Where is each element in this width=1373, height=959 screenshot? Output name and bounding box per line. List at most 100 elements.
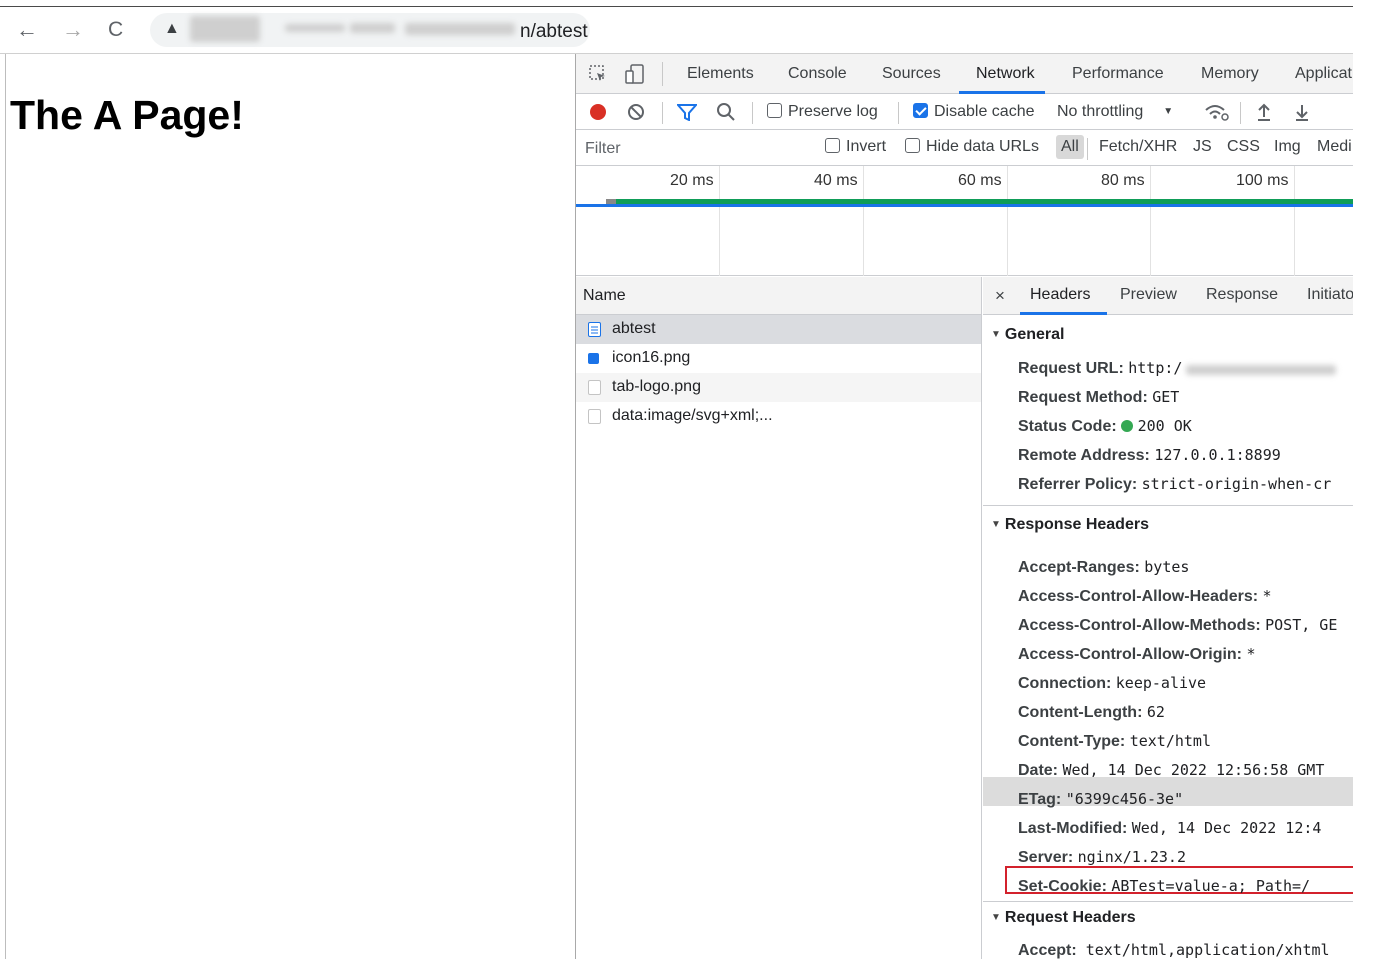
- redacted-url-part: [350, 23, 395, 33]
- back-button[interactable]: ←: [16, 17, 38, 43]
- throttling-select[interactable]: No throttling ▼: [1057, 103, 1173, 121]
- export-har-icon[interactable]: [1294, 102, 1310, 127]
- header-key: Access-Control-Allow-Headers:: [1018, 588, 1259, 605]
- disable-cache-checkbox[interactable]: Disable cache: [913, 103, 1035, 121]
- separator: [1240, 102, 1241, 124]
- section-title-text: General: [1004, 326, 1065, 343]
- header-key: ETag:: [1018, 791, 1062, 808]
- timeline-tick-label: 80 ms: [1101, 172, 1145, 189]
- header-value: http:/: [1128, 359, 1183, 377]
- header-key: Server:: [1018, 849, 1074, 866]
- network-overview-timeline[interactable]: 20 ms 40 ms 60 ms 80 ms 100 ms: [576, 166, 1353, 276]
- file-icon: [588, 380, 601, 395]
- header-row: Connection: keep-alive: [1018, 674, 1206, 693]
- name-column-header[interactable]: Name: [576, 277, 981, 315]
- checkbox-unchecked[interactable]: [825, 138, 840, 153]
- tab-performance[interactable]: Performance: [1072, 65, 1164, 83]
- header-key: Access-Control-Allow-Origin:: [1018, 646, 1243, 663]
- request-row[interactable]: icon16.png: [576, 344, 981, 373]
- close-icon[interactable]: ×: [995, 286, 1005, 306]
- tab-response[interactable]: Response: [1206, 286, 1278, 304]
- type-filter-css[interactable]: CSS: [1227, 138, 1260, 156]
- header-value: nginx/1.23.2: [1077, 848, 1186, 866]
- tab-preview[interactable]: Preview: [1120, 286, 1177, 304]
- network-toolbar: Preserve log Disable cache No throttling…: [576, 94, 1353, 130]
- header-key: Accept:: [1018, 942, 1077, 959]
- tab-initiator[interactable]: Initiato: [1307, 286, 1353, 304]
- header-key: Connection:: [1018, 675, 1112, 692]
- header-value: ABTest=value-a; Path=/: [1111, 877, 1311, 895]
- timeline-gridline: [1294, 166, 1295, 276]
- hide-data-urls-checkbox[interactable]: Hide data URLs: [905, 138, 1039, 156]
- header-row: Access-Control-Allow-Origin: *: [1018, 645, 1256, 664]
- header-value: 62: [1146, 703, 1165, 721]
- type-filter-js[interactable]: JS: [1193, 138, 1212, 156]
- address-bar[interactable]: ▲ n/abtest: [150, 13, 590, 47]
- header-key: Accept-Ranges:: [1018, 559, 1140, 576]
- request-row[interactable]: data:image/svg+xml;...: [576, 402, 981, 431]
- record-icon[interactable]: [589, 103, 607, 126]
- tab-memory[interactable]: Memory: [1201, 65, 1259, 83]
- search-icon[interactable]: [717, 103, 735, 126]
- type-filter-media[interactable]: Medi: [1317, 138, 1352, 156]
- tab-network[interactable]: Network: [976, 65, 1035, 83]
- timeline-tick-label: 20 ms: [670, 172, 714, 189]
- checkbox-unchecked[interactable]: [905, 138, 920, 153]
- request-row[interactable]: tab-logo.png: [576, 373, 981, 402]
- forward-button[interactable]: →: [62, 17, 84, 43]
- header-value: strict-origin-when-cr: [1141, 475, 1332, 493]
- preserve-log-checkbox[interactable]: Preserve log: [767, 103, 878, 121]
- section-divider: [983, 901, 1353, 902]
- header-row: Accept-Ranges: bytes: [1018, 558, 1189, 577]
- header-key: Request Method:: [1018, 389, 1148, 406]
- tab-application[interactable]: Applicat: [1295, 65, 1352, 83]
- hide-data-urls-label: Hide data URLs: [926, 138, 1039, 155]
- section-title-text: Request Headers: [1004, 909, 1136, 926]
- network-conditions-icon[interactable]: [1204, 102, 1230, 127]
- invert-checkbox[interactable]: Invert: [825, 138, 886, 156]
- header-row: Accept: text/html,application/xhtml: [1018, 941, 1330, 959]
- tab-elements[interactable]: Elements: [687, 65, 754, 83]
- header-row: Last-Modified: Wed, 14 Dec 2022 12:4: [1018, 819, 1321, 838]
- request-headers-section-title[interactable]: ▼ Request Headers: [991, 909, 1136, 927]
- not-secure-warning-icon[interactable]: ▲: [164, 20, 180, 38]
- filter-input[interactable]: Filter: [585, 140, 621, 158]
- details-tabbar: × Headers Preview Response Initiato: [983, 277, 1353, 315]
- tab-console[interactable]: Console: [788, 65, 847, 83]
- separator: [752, 102, 753, 124]
- checkbox-unchecked[interactable]: [767, 103, 782, 118]
- checkbox-checked[interactable]: [913, 103, 928, 118]
- tab-sources[interactable]: Sources: [882, 65, 941, 83]
- type-filter-img[interactable]: Img: [1274, 138, 1301, 156]
- triangle-down-icon: ▼: [991, 329, 1001, 340]
- header-row: Remote Address: 127.0.0.1:8899: [1018, 446, 1281, 465]
- header-value: Wed, 14 Dec 2022 12:56:58 GMT: [1062, 761, 1325, 779]
- timeline-gridline: [863, 166, 864, 276]
- general-section-title[interactable]: ▼ General: [991, 326, 1065, 344]
- type-filter-all[interactable]: All: [1056, 135, 1084, 159]
- active-tab-indicator: [1020, 312, 1107, 315]
- request-row[interactable]: abtest: [576, 315, 981, 344]
- import-har-icon[interactable]: [1256, 102, 1272, 127]
- type-filter-fetch-xhr[interactable]: Fetch/XHR: [1099, 138, 1177, 156]
- timeline-gridline: [1150, 166, 1151, 276]
- response-headers-section-title[interactable]: ▼ Response Headers: [991, 516, 1149, 534]
- header-row: Status Code: 200 OK: [1018, 417, 1192, 436]
- header-key: Remote Address:: [1018, 447, 1150, 464]
- request-name: tab-logo.png: [612, 378, 701, 395]
- file-icon: [588, 409, 601, 424]
- header-value: POST, GE: [1265, 616, 1338, 634]
- separator: [1087, 138, 1088, 160]
- page-heading: The A Page!: [10, 92, 244, 138]
- header-value: text/html,application/xhtml: [1076, 941, 1330, 959]
- reload-button[interactable]: C: [108, 17, 123, 43]
- header-row: Set-Cookie: ABTest=value-a; Path=/: [1018, 877, 1310, 896]
- request-name: icon16.png: [612, 349, 691, 366]
- inspect-element-icon[interactable]: [588, 64, 608, 89]
- filter-icon[interactable]: [675, 103, 699, 126]
- device-toolbar-icon[interactable]: [624, 63, 646, 90]
- tab-headers[interactable]: Headers: [1030, 286, 1090, 304]
- triangle-down-icon: ▼: [991, 519, 1001, 530]
- clear-icon[interactable]: [627, 103, 645, 126]
- header-key: Status Code:: [1018, 418, 1117, 435]
